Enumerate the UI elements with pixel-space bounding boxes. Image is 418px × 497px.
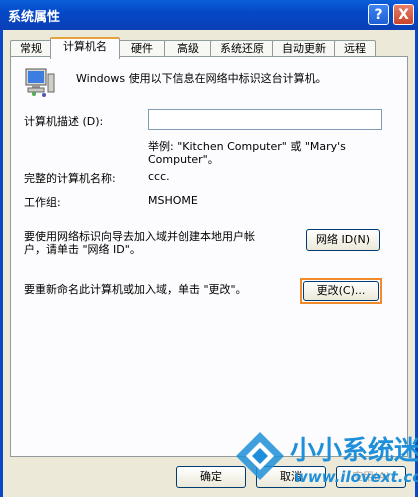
description-label: 计算机描述 (D): bbox=[24, 115, 104, 128]
computer-description-input[interactable] bbox=[148, 109, 382, 130]
workgroup-label: 工作组: bbox=[24, 196, 61, 209]
change-button[interactable]: 更改(C)... bbox=[303, 281, 379, 301]
tab-system-restore[interactable]: 系统还原 bbox=[210, 40, 274, 57]
close-icon: X bbox=[398, 7, 409, 23]
window-title: 系统属性 bbox=[8, 10, 61, 25]
tab-general[interactable]: 常规 bbox=[10, 40, 52, 57]
intro-text: Windows 使用以下信息在网络中标识这台计算机。 bbox=[76, 72, 327, 85]
tab-hardware[interactable]: 硬件 bbox=[118, 40, 166, 57]
close-button[interactable]: X bbox=[393, 4, 414, 25]
example-line-2: Computer"。 bbox=[148, 153, 219, 166]
workgroup-value: MSHOME bbox=[148, 194, 198, 207]
computer-icon bbox=[25, 68, 55, 97]
tab-advanced[interactable]: 高级 bbox=[164, 40, 212, 57]
help-icon: ? bbox=[374, 7, 383, 23]
title-bar[interactable]: 系统属性 ? X bbox=[0, 0, 418, 30]
watermark-url: www.ilovext.com bbox=[294, 468, 418, 486]
tab-computer-name[interactable]: 计算机名 bbox=[50, 37, 120, 59]
network-id-button[interactable]: 网络 ID(N) bbox=[306, 229, 380, 251]
help-button[interactable]: ? bbox=[368, 4, 389, 25]
rename-text: 要重新命名此计算机或加入域，单击 "更改"。 bbox=[24, 283, 247, 296]
watermark-brand: 小小系统迷 bbox=[290, 436, 418, 466]
watermark-logo-icon bbox=[236, 432, 284, 480]
tab-remote[interactable]: 远程 bbox=[334, 40, 376, 57]
watermark: 小小系统迷 www.ilovext.com bbox=[232, 420, 418, 497]
full-name-value: ccc. bbox=[148, 170, 170, 183]
network-id-text-2: 户，请单击 "网络 ID"。 bbox=[24, 243, 141, 256]
full-name-label: 完整的计算机名称: bbox=[24, 172, 116, 185]
tab-auto-update[interactable]: 自动更新 bbox=[272, 40, 336, 57]
